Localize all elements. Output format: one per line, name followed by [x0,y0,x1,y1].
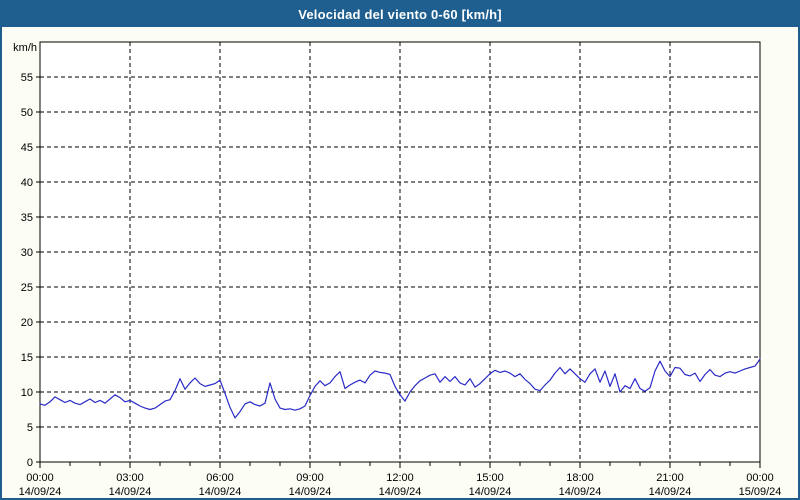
x-tick-time-label: 12:00 [386,472,414,484]
x-tick-time-label: 06:00 [206,472,234,484]
x-tick-date-label: 15/09/24 [739,486,782,498]
y-tick-label: 0 [27,457,33,469]
x-tick-date-label: 14/09/24 [649,486,692,498]
y-tick-label: 5 [27,422,33,434]
x-tick-date-label: 14/09/24 [19,486,62,498]
x-axis: 00:00 14/09/24 03:00 14/09/24 06:00 14/09/24 0… [19,462,782,498]
x-tick-date-label: 14/09/24 [469,486,512,498]
y-tick-label: 45 [21,142,33,154]
x-tick-date-label: 14/09/24 [379,486,422,498]
x-tick-time-label: 00:00 [26,472,54,484]
x-tick-time-label: 03:00 [116,472,144,484]
y-tick-label: 25 [21,282,33,294]
y-tick-label: 20 [21,317,33,329]
x-tick-time-label: 09:00 [296,472,324,484]
y-tick-label: 30 [21,247,33,259]
app-window: Velocidad del viento 0-60 [km/h] 0 5 10 15 2… [0,0,800,500]
y-tick-label: 35 [21,212,33,224]
y-tick-label: 55 [21,72,33,84]
x-tick-time-label: 15:00 [476,472,504,484]
x-tick-date-label: 14/09/24 [559,486,602,498]
y-tick-label: 40 [21,177,33,189]
y-tick-label: 15 [21,352,33,364]
x-tick-time-label: 00:00 [746,472,774,484]
x-tick-time-label: 18:00 [566,472,594,484]
chart-canvas: 0510152025303540455055km/h00:0014/09/240… [13,41,782,498]
x-tick-time-label: 21:00 [656,472,684,484]
x-tick-date-label: 14/09/24 [199,486,242,498]
y-axis: 0 5 10 15 20 25 30 35 40 45 50 55 km/h [13,42,40,469]
x-tick-date-label: 14/09/24 [109,486,152,498]
y-axis-unit-label: km/h [13,42,37,54]
y-tick-label: 50 [21,107,33,119]
y-tick-label: 10 [21,387,33,399]
x-tick-date-label: 14/09/24 [289,486,332,498]
